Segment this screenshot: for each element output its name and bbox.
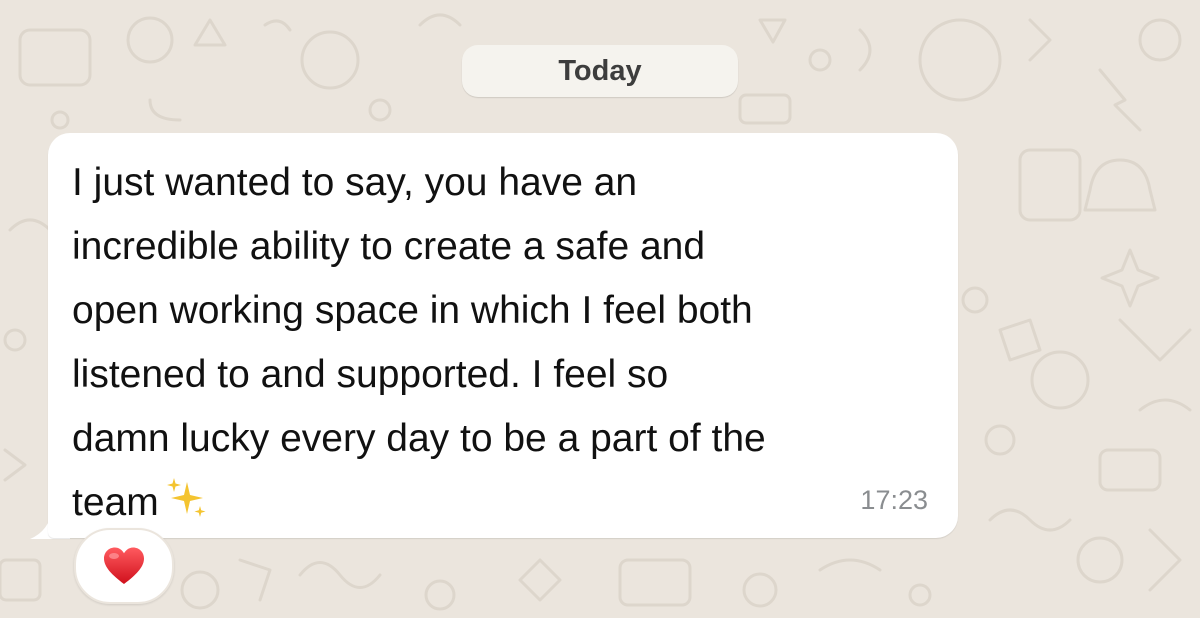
message-text: I just wanted to say, you have an incred…: [72, 161, 766, 524]
message-body: I just wanted to say, you have an incred…: [72, 151, 932, 540]
date-separator: Today: [462, 45, 738, 97]
red-heart-icon: [104, 547, 144, 584]
message-timestamp: 17:23: [860, 485, 928, 515]
sparkles-icon: [165, 476, 209, 540]
date-separator-label: Today: [558, 54, 642, 87]
incoming-message-bubble[interactable]: I just wanted to say, you have an incred…: [48, 133, 958, 538]
reaction-badge[interactable]: [74, 528, 174, 604]
